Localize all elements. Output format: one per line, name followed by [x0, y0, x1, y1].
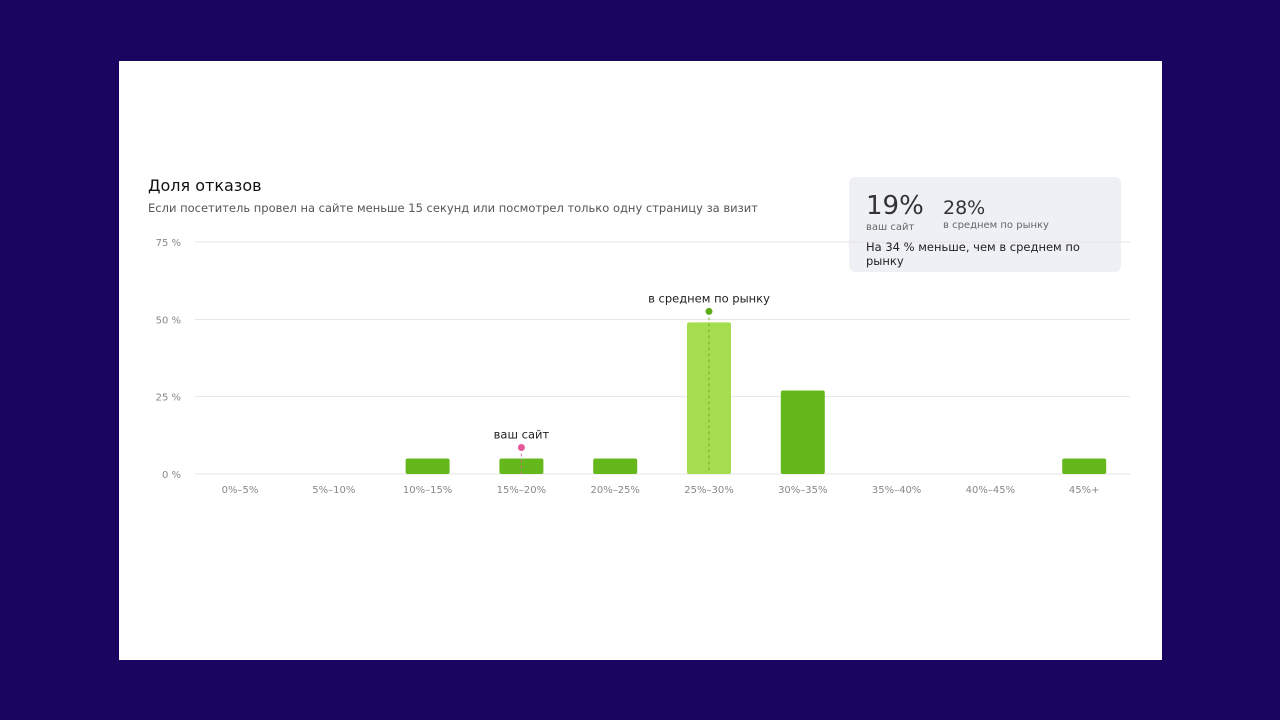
- annotation-marker: [705, 307, 713, 315]
- x-tick-label: 5%–10%: [312, 485, 355, 496]
- annotation-label: ваш сайт: [494, 428, 550, 442]
- x-tick-label: 30%–35%: [778, 485, 827, 496]
- y-tick-label: 0 %: [162, 470, 181, 481]
- x-tick-label: 10%–15%: [403, 485, 452, 496]
- bar: [593, 458, 638, 474]
- annotation-marker: [517, 444, 525, 452]
- x-tick-label: 0%–5%: [222, 485, 259, 496]
- y-tick-label: 75 %: [156, 238, 181, 249]
- x-tick-label: 40%–45%: [966, 485, 1015, 496]
- bar-chart: 0 % 25 % 50 % 75 % 0%–5% 5%–10% 10%–15% 15%–20%…: [156, 238, 1130, 496]
- x-tick-label: 20%–25%: [590, 485, 639, 496]
- y-tick-label: 50 %: [156, 315, 181, 326]
- x-tick-label: 45%+: [1069, 485, 1100, 496]
- bar: [780, 390, 825, 474]
- y-tick-label: 25 %: [156, 393, 181, 404]
- bar: [405, 458, 450, 474]
- bar: [1062, 458, 1107, 474]
- x-tick-label: 25%–30%: [684, 485, 733, 496]
- x-tick-label: 15%–20%: [497, 485, 546, 496]
- x-tick-label: 35%–40%: [872, 485, 921, 496]
- annotation-label: в среднем по рынку: [648, 291, 770, 305]
